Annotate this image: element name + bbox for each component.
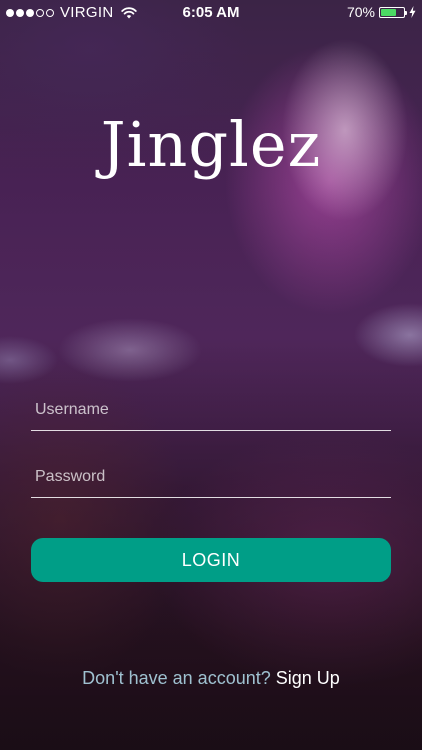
password-field-container xyxy=(31,457,391,498)
password-input[interactable] xyxy=(31,457,391,497)
signup-link[interactable]: Sign Up xyxy=(276,668,340,688)
status-right: 70% xyxy=(347,4,416,20)
app-logo: Jinglez xyxy=(100,108,322,181)
status-bar: VIRGIN 6:05 AM 70% xyxy=(0,0,422,24)
username-input[interactable] xyxy=(31,390,391,430)
login-button[interactable]: LOGIN xyxy=(31,538,391,582)
battery-tip xyxy=(405,10,407,15)
username-field-container xyxy=(31,390,391,431)
battery-icon xyxy=(379,6,407,18)
signup-row: Don't have an account? Sign Up xyxy=(0,668,422,689)
battery-percent: 70% xyxy=(346,4,375,20)
bolt-icon xyxy=(409,6,416,18)
signup-prompt: Don't have an account? xyxy=(82,668,271,688)
battery-level-fill xyxy=(381,8,397,16)
